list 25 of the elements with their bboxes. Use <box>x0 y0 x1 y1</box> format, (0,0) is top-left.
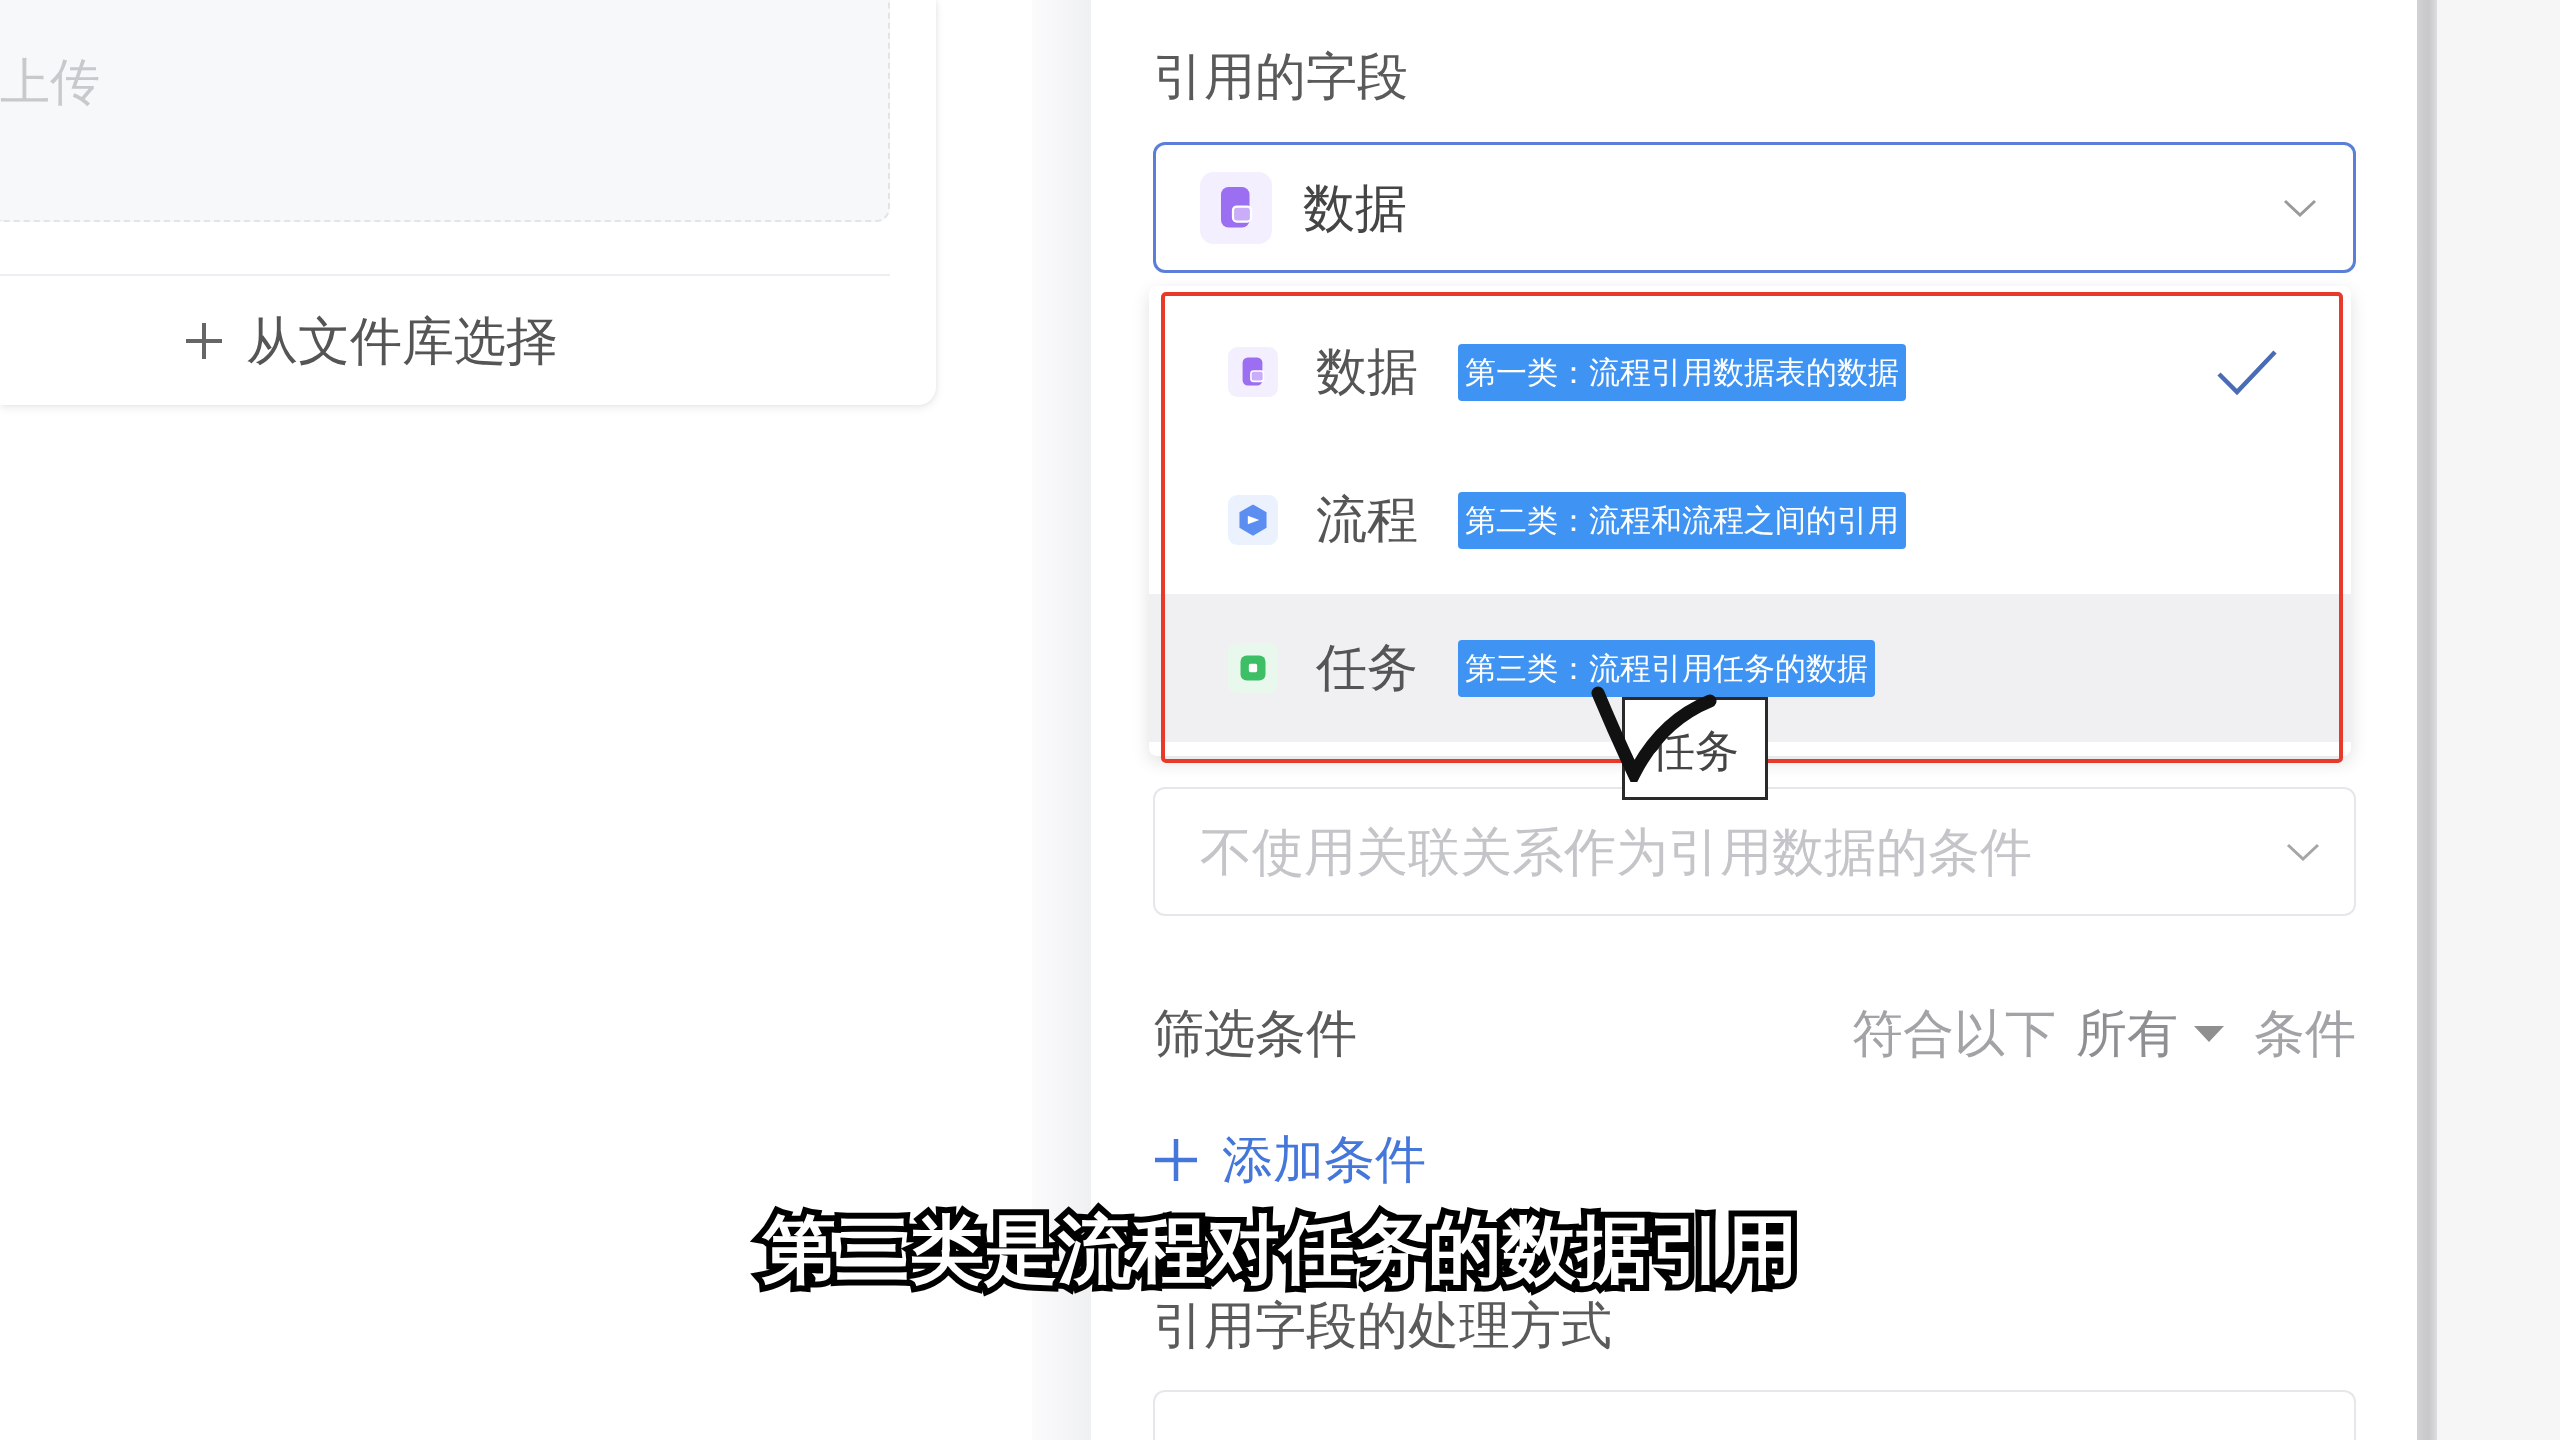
chevron-down-icon <box>2283 198 2317 217</box>
document-icon <box>1200 171 1272 244</box>
add-condition-button[interactable]: 添加条件 <box>1153 1130 1426 1190</box>
annotation-tag: 第二类：流程和流程之间的引用 <box>1458 491 1906 549</box>
square-icon <box>1228 643 1278 693</box>
field-label: 引用的字段 <box>1153 47 1408 107</box>
dropdown-option[interactable]: 流程 第二类：流程和流程之间的引用 <box>1149 446 2351 594</box>
field-label: 引用字段的处理方式 <box>1153 1296 1612 1356</box>
dropdown-option[interactable]: 数据 第一类：流程引用数据表的数据 <box>1149 298 2351 446</box>
chevron-down-icon <box>2286 843 2320 861</box>
scrollbar[interactable] <box>2417 0 2437 1440</box>
library-select-button[interactable]: 从文件库选择 <box>184 309 558 372</box>
document-icon <box>1228 347 1278 397</box>
caret-down-icon <box>2194 1026 2224 1042</box>
filter-label: 筛选条件 <box>1153 1004 1357 1064</box>
annotation-tag: 第一类：流程引用数据表的数据 <box>1458 343 1906 401</box>
subtitle-text: 第三类是流程对任务的数据引用 <box>752 1200 1808 1298</box>
annotation-tag: 第三类：流程引用任务的数据 <box>1458 639 1875 697</box>
match-suffix-text: 条件 <box>2254 1004 2356 1064</box>
relation-select[interactable]: 不使用关联关系作为引用数据的条件 <box>1153 787 2356 916</box>
processing-select[interactable] <box>1153 1390 2356 1440</box>
match-prefix-text: 符合以下 <box>1852 1004 2056 1064</box>
plus-icon <box>184 320 224 361</box>
plus-icon <box>1153 1137 1199 1183</box>
field-select[interactable]: 数据 <box>1153 142 2356 273</box>
